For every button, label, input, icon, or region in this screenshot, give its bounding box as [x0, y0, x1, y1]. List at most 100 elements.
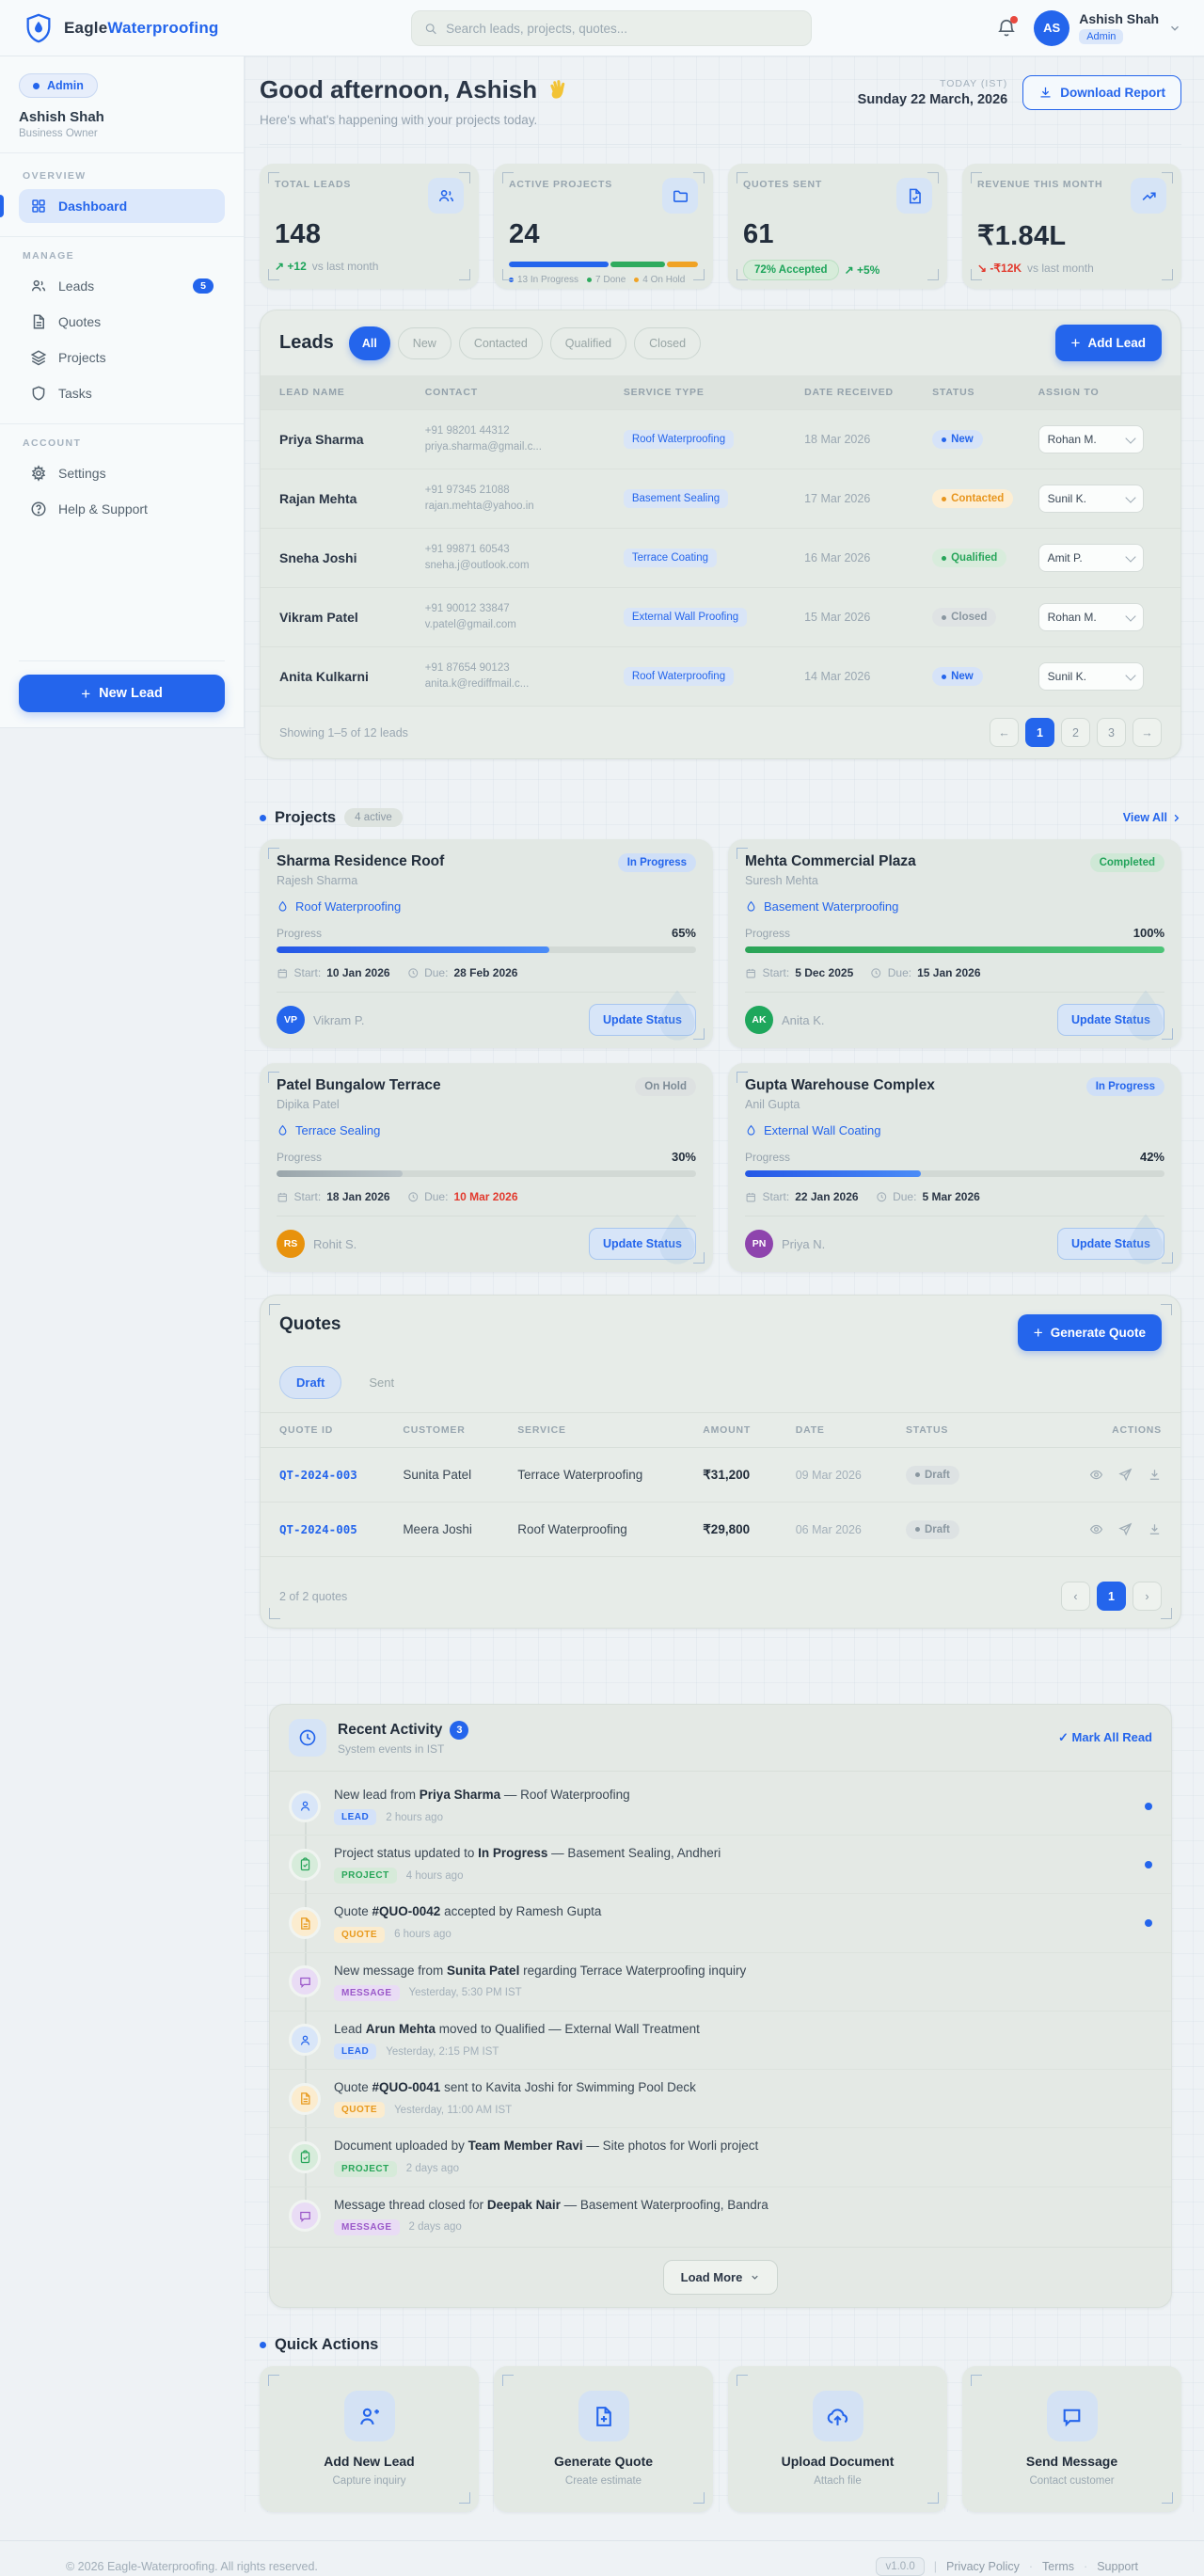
quotes-prev-button[interactable]: ‹ — [1061, 1582, 1090, 1611]
leads-page-1[interactable]: 1 — [1025, 718, 1054, 747]
new-lead-button[interactable]: + New Lead — [19, 675, 225, 712]
activity-item[interactable]: Quote #QUO-0042 accepted by Ramesh Gupta… — [270, 1894, 1171, 1953]
stat-value: ₹1.84L — [977, 221, 1067, 251]
leads-table-body: Priya Sharma +91 98201 44312 priya.sharma… — [261, 409, 1180, 706]
date-received: 17 Mar 2026 — [804, 492, 871, 505]
notifications-bell[interactable] — [996, 15, 1019, 39]
activity-item[interactable]: Quote #QUO-0041 sent to Kavita Joshi for… — [270, 2070, 1171, 2129]
activity-item[interactable]: New lead from Priya Sharma — Roof Waterp… — [270, 1777, 1171, 1837]
project-service-link[interactable]: External Wall Coating — [745, 1123, 1164, 1137]
leads-page-2[interactable]: 2 — [1061, 718, 1090, 747]
lead-filter-all[interactable]: All — [348, 326, 390, 360]
quotes-tab-sent[interactable]: Sent — [353, 1367, 410, 1398]
recent-activity-panel: Recent Activity 3 System events in IST ✓… — [269, 1704, 1172, 2308]
activity-subtitle: System events in IST — [338, 1741, 445, 1756]
download-quote-icon[interactable] — [1148, 1468, 1162, 1482]
quotes-tab-draft[interactable]: Draft — [279, 1366, 342, 1399]
project-service-link[interactable]: Roof Waterproofing — [277, 899, 696, 914]
footer-links: Privacy Policy · Terms · Support — [946, 2560, 1138, 2573]
lead-filter-closed[interactable]: Closed — [634, 326, 702, 359]
status-badge: New — [932, 667, 983, 687]
assign-to-select[interactable]: Rohan M. — [1038, 603, 1144, 631]
lead-name: Vikram Patel — [279, 610, 358, 625]
quotes-table-body: QT-2024-003 Sunita Patel Terrace Waterpr… — [261, 1448, 1180, 1557]
section-dot — [260, 2341, 266, 2348]
send-quote-icon[interactable] — [1118, 1522, 1133, 1536]
quick-action-generate-quote[interactable]: Generate Quote Create estimate — [494, 2365, 713, 2512]
activity-type-badge: QUOTE — [334, 2102, 386, 2119]
global-search[interactable] — [411, 10, 812, 46]
progress-label: Progress — [277, 926, 323, 940]
activity-item[interactable]: New message from Sunita Patel regarding … — [270, 1953, 1171, 2012]
lead-filter-contacted[interactable]: Contacted — [458, 326, 543, 359]
start-label: Start: — [762, 966, 790, 979]
mark-all-read-link[interactable]: ✓ Mark All Read — [1058, 1730, 1152, 1745]
avatar: AS — [1034, 9, 1070, 46]
quote-id-link[interactable]: QT-2024-003 — [279, 1468, 403, 1482]
progress-bar — [277, 1170, 696, 1177]
lead-filter-new[interactable]: New — [397, 326, 452, 359]
sidebar-user-name: Ashish Shah — [19, 109, 104, 125]
sidebar-item-projects[interactable]: Projects — [19, 341, 225, 374]
assign-to-select[interactable]: Sunil K. — [1038, 485, 1144, 513]
download-report-button[interactable]: Download Report — [1022, 75, 1181, 110]
quick-action-upload-document[interactable]: Upload Document Attach file — [728, 2365, 947, 2512]
quotes-next-button[interactable]: › — [1133, 1582, 1162, 1611]
projects-title: Projects — [275, 808, 337, 826]
quick-action-subtitle: Create estimate — [564, 2475, 642, 2488]
activity-item[interactable]: Message thread closed for Deepak Nair — … — [270, 2187, 1171, 2245]
assignee-name: Priya N. — [782, 1236, 826, 1251]
activity-count-badge: 3 — [450, 1720, 469, 1740]
dashboard-icon — [30, 198, 47, 215]
brand-name: EagleWaterproofing — [64, 18, 219, 37]
leads-prev-button[interactable]: ← — [990, 718, 1019, 747]
quotes-panel: Quotes + Generate Quote Draft Sent QUOTE I… — [260, 1295, 1181, 1629]
add-lead-button[interactable]: + Add Lead — [1054, 325, 1162, 361]
progress-label: Progress — [745, 926, 791, 940]
stat-label: TOTAL LEADS — [275, 179, 352, 190]
assignee-avatar: RS — [277, 1230, 305, 1258]
lead-filter-qualified[interactable]: Qualified — [549, 326, 627, 359]
activity-item[interactable]: Project status updated to In Progress — … — [270, 1836, 1171, 1895]
project-card: Mehta Commercial Plaza Suresh Mehta Comp… — [728, 839, 1181, 1048]
assign-to-select[interactable]: Sunil K. — [1038, 662, 1144, 691]
send-quote-icon[interactable] — [1118, 1468, 1133, 1482]
activity-item[interactable]: Lead Arun Mehta moved to Qualified — Ext… — [270, 2012, 1171, 2071]
column-header: SERVICE TYPE — [623, 387, 705, 398]
quote-customer: Sunita Patel — [403, 1468, 472, 1482]
view-quote-icon[interactable] — [1089, 1522, 1103, 1536]
leads-next-button[interactable]: → — [1133, 718, 1162, 747]
assignee-name: Rohit S. — [313, 1236, 357, 1251]
assign-to-select[interactable]: Rohan M. — [1038, 425, 1144, 453]
assign-to-select[interactable]: Amit P. — [1038, 544, 1144, 572]
status-badge: Closed — [932, 608, 997, 628]
view-quote-icon[interactable] — [1089, 1468, 1103, 1482]
sidebar-item-dashboard[interactable]: Dashboard — [0, 189, 225, 223]
quotes-page-1[interactable]: 1 — [1097, 1582, 1126, 1611]
sidebar-item-quotes[interactable]: Quotes — [19, 305, 225, 339]
search-input[interactable] — [446, 21, 799, 36]
activity-item[interactable]: Document uploaded by Team Member Ravi — … — [270, 2128, 1171, 2187]
footer-link-terms[interactable]: Terms — [1042, 2560, 1074, 2573]
sidebar-item-help-support[interactable]: Help & Support — [19, 492, 225, 526]
load-more-button[interactable]: Load More — [662, 2259, 779, 2295]
project-service-link[interactable]: Basement Waterproofing — [745, 899, 1164, 914]
generate-quote-button[interactable]: + Generate Quote — [1017, 1314, 1162, 1351]
quote-id-link[interactable]: QT-2024-005 — [279, 1522, 403, 1536]
table-row: Vikram Patel +91 90012 33847 v.patel@gmai… — [261, 587, 1180, 646]
sidebar-item-tasks[interactable]: Tasks — [19, 376, 225, 410]
projects-count-badge: 4 active — [344, 808, 403, 827]
view-all-link[interactable]: View All — [1123, 811, 1181, 824]
project-service-link[interactable]: Terrace Sealing — [277, 1123, 696, 1137]
sidebar-item-settings[interactable]: Settings — [19, 456, 225, 490]
user-menu[interactable]: AS Ashish Shah Admin — [1034, 9, 1181, 46]
download-quote-icon[interactable] — [1148, 1522, 1162, 1536]
quotes-title: Quotes — [279, 1314, 341, 1334]
footer-link-privacy-policy[interactable]: Privacy Policy — [946, 2560, 1020, 2573]
footer-link-support[interactable]: Support — [1097, 2560, 1138, 2573]
leads-page-3[interactable]: 3 — [1097, 718, 1126, 747]
quick-action-send-message[interactable]: Send Message Contact customer — [962, 2365, 1181, 2512]
sidebar-item-leads[interactable]: Leads 5 — [19, 269, 225, 303]
quick-action-add-new-lead[interactable]: Add New Lead Capture inquiry — [260, 2365, 479, 2512]
dashboard-page: EagleWaterproofing AS Ashish Shah Admin … — [0, 0, 1204, 2576]
